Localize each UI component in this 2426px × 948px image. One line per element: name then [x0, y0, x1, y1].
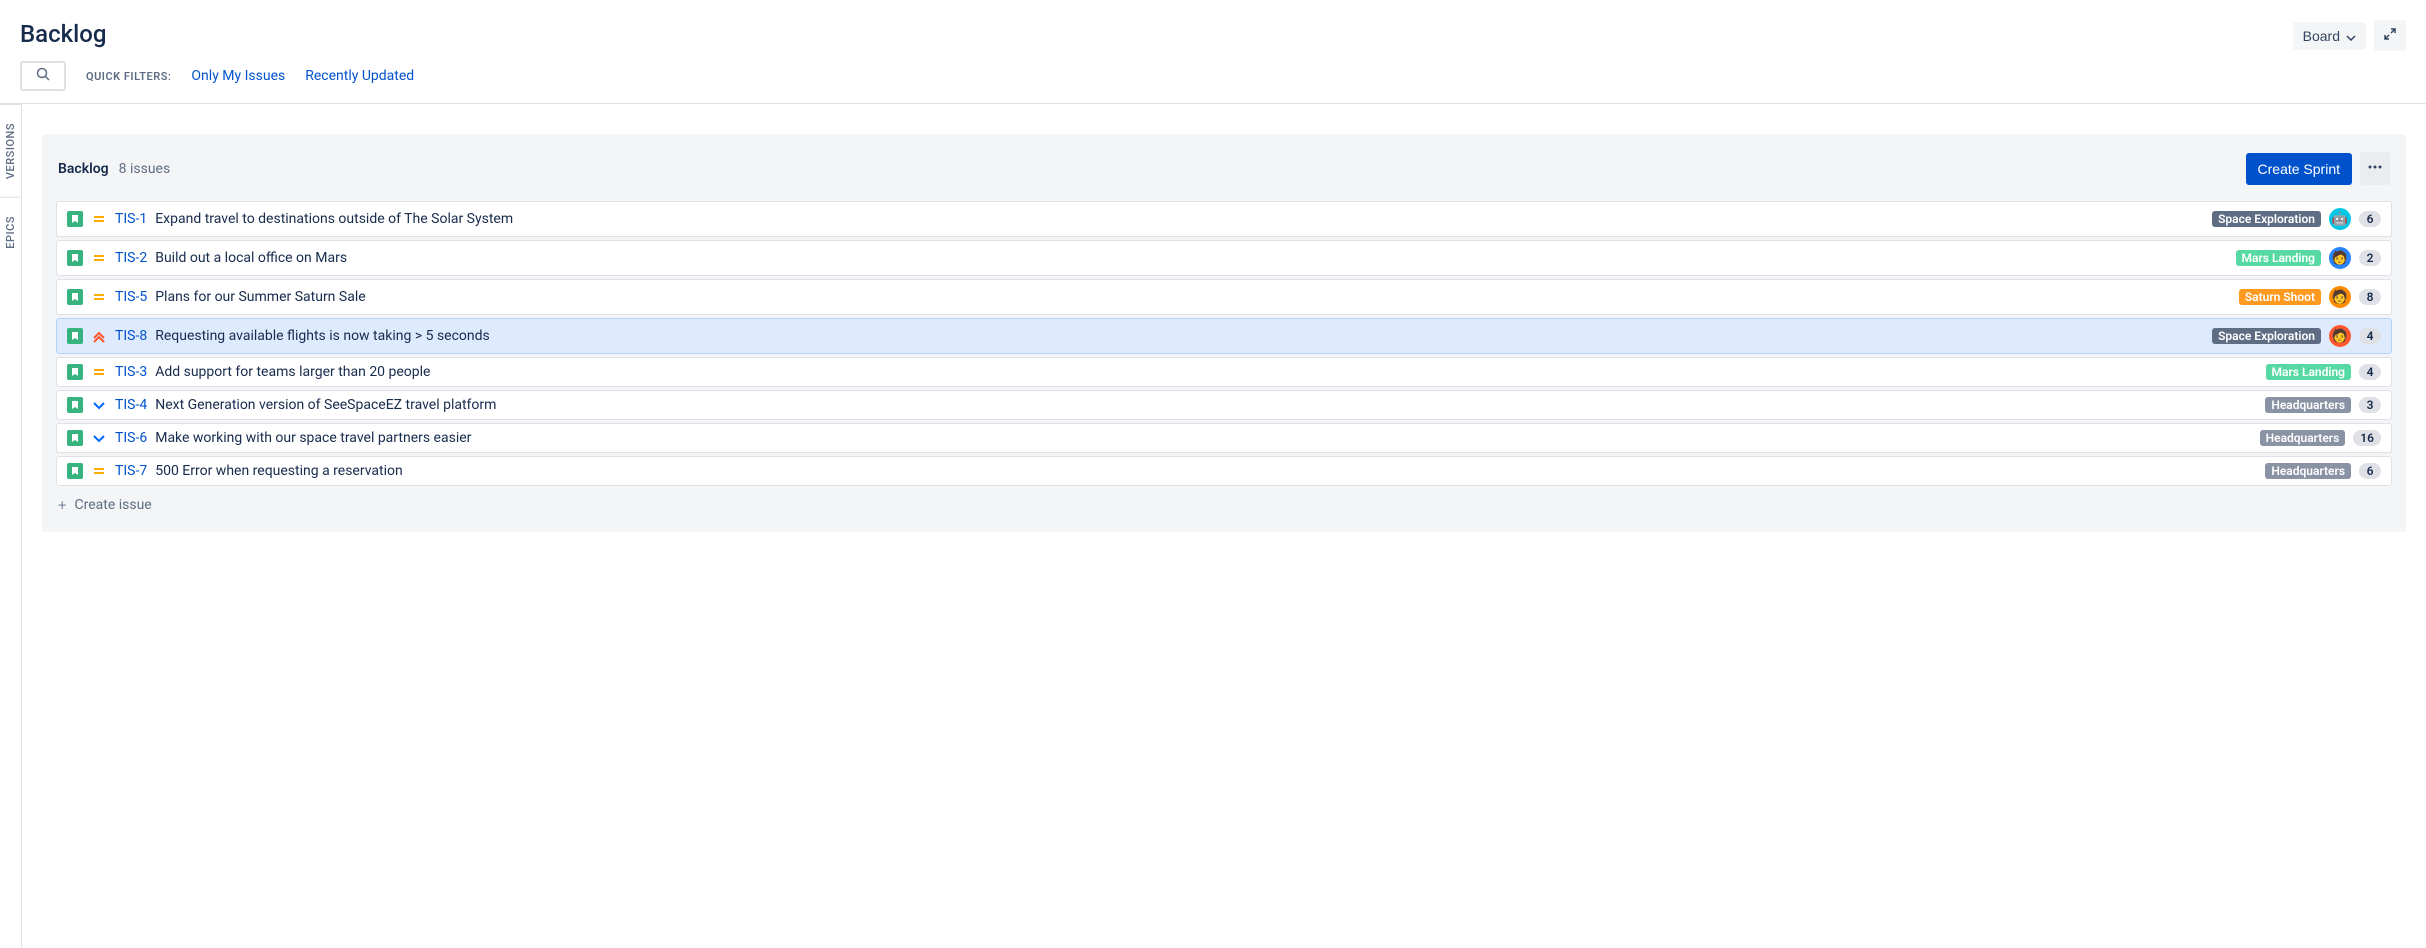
issue-key[interactable]: TIS-5 [115, 289, 147, 305]
issue-summary: Next Generation version of SeeSpaceEZ tr… [155, 397, 496, 413]
expand-icon [2382, 26, 2398, 45]
assignee-avatar[interactable]: 🧑 [2329, 247, 2351, 269]
epic-lozenge[interactable]: Headquarters [2265, 463, 2351, 479]
create-issue-label: Create issue [74, 497, 151, 513]
issue-summary: Requesting available flights is now taki… [155, 328, 490, 344]
issue-key[interactable]: TIS-1 [115, 211, 147, 227]
issue-row[interactable]: TIS-4 Next Generation version of SeeSpace… [56, 390, 2392, 420]
board-dropdown-label: Board [2303, 28, 2340, 44]
issue-row[interactable]: TIS-3 Add support for teams larger than 2… [56, 357, 2392, 387]
epic-lozenge[interactable]: Headquarters [2260, 430, 2346, 446]
story-icon [67, 328, 83, 344]
epic-lozenge[interactable]: Headquarters [2265, 397, 2351, 413]
side-tab-epics[interactable]: EPICS [0, 197, 21, 267]
estimate-pill: 8 [2359, 289, 2381, 305]
priority-icon [91, 289, 107, 305]
side-tab-versions[interactable]: VERSIONS [0, 104, 21, 197]
fullscreen-button[interactable] [2374, 20, 2406, 51]
issue-key[interactable]: TIS-4 [115, 397, 147, 413]
estimate-pill: 3 [2359, 397, 2381, 413]
issue-key[interactable]: TIS-8 [115, 328, 147, 344]
issue-row[interactable]: TIS-7 500 Error when requesting a reserva… [56, 456, 2392, 486]
priority-icon [91, 463, 107, 479]
search-icon [36, 67, 50, 85]
filter-recently-updated[interactable]: Recently Updated [305, 68, 414, 84]
filter-only-my-issues[interactable]: Only My Issues [191, 68, 285, 84]
filter-bar: QUICK FILTERS: Only My Issues Recently U… [0, 61, 2426, 104]
main-area: Backlog 8 issues Create Sprint TIS-1 Expa… [22, 104, 2426, 948]
estimate-pill: 4 [2359, 328, 2381, 344]
issue-summary: Build out a local office on Mars [155, 250, 347, 266]
estimate-pill: 2 [2359, 250, 2381, 266]
issue-row[interactable]: TIS-1 Expand travel to destinations outsi… [56, 201, 2392, 237]
issue-summary: 500 Error when requesting a reservation [155, 463, 403, 479]
priority-icon [91, 211, 107, 227]
more-icon [2366, 158, 2384, 179]
panel-issue-count: 8 issues [119, 161, 171, 177]
issue-summary: Plans for our Summer Saturn Sale [155, 289, 365, 305]
priority-icon [91, 397, 107, 413]
issue-row[interactable]: TIS-6 Make working with our space travel … [56, 423, 2392, 453]
create-sprint-button[interactable]: Create Sprint [2246, 153, 2352, 185]
issue-key[interactable]: TIS-2 [115, 250, 147, 266]
priority-icon [91, 328, 107, 344]
priority-icon [91, 364, 107, 380]
issue-key[interactable]: TIS-6 [115, 430, 147, 446]
search-input[interactable] [20, 61, 66, 91]
create-issue-button[interactable]: + Create issue [56, 486, 2392, 514]
page-title: Backlog [20, 20, 106, 48]
estimate-pill: 16 [2353, 430, 2381, 446]
board-dropdown[interactable]: Board [2293, 22, 2366, 50]
story-icon [67, 364, 83, 380]
epic-lozenge[interactable]: Saturn Shoot [2239, 289, 2321, 305]
priority-icon [91, 430, 107, 446]
story-icon [67, 289, 83, 305]
issue-summary: Expand travel to destinations outside of… [155, 211, 513, 227]
side-tabs: VERSIONS EPICS [0, 104, 22, 948]
backlog-panel: Backlog 8 issues Create Sprint TIS-1 Expa… [42, 134, 2406, 532]
priority-icon [91, 250, 107, 266]
issue-summary: Make working with our space travel partn… [155, 430, 471, 446]
story-icon [67, 211, 83, 227]
assignee-avatar[interactable]: 🧑 [2329, 286, 2351, 308]
panel-header: Backlog 8 issues Create Sprint [56, 148, 2392, 189]
epic-lozenge[interactable]: Space Exploration [2212, 328, 2321, 344]
more-actions-button[interactable] [2360, 152, 2390, 185]
story-icon [67, 430, 83, 446]
issue-key[interactable]: TIS-7 [115, 463, 147, 479]
estimate-pill: 4 [2359, 364, 2381, 380]
issue-list: TIS-1 Expand travel to destinations outsi… [56, 201, 2392, 486]
story-icon [67, 463, 83, 479]
panel-title: Backlog [58, 161, 109, 177]
story-icon [67, 397, 83, 413]
assignee-avatar[interactable]: 🧑 [2329, 325, 2351, 347]
plus-icon: + [58, 496, 66, 514]
assignee-avatar[interactable]: 🤖 [2329, 208, 2351, 230]
header-actions: Board [2293, 20, 2406, 51]
story-icon [67, 250, 83, 266]
estimate-pill: 6 [2359, 211, 2381, 227]
issue-row[interactable]: TIS-5 Plans for our Summer Saturn Sale Sat… [56, 279, 2392, 315]
epic-lozenge[interactable]: Space Exploration [2212, 211, 2321, 227]
issue-key[interactable]: TIS-3 [115, 364, 147, 380]
quick-filters-label: QUICK FILTERS: [86, 70, 171, 83]
epic-lozenge[interactable]: Mars Landing [2266, 364, 2351, 380]
estimate-pill: 6 [2359, 463, 2381, 479]
page-header: Backlog Board [0, 0, 2426, 61]
issue-row[interactable]: TIS-8 Requesting available flights is now… [56, 318, 2392, 354]
epic-lozenge[interactable]: Mars Landing [2236, 250, 2321, 266]
issue-row[interactable]: TIS-2 Build out a local office on Mars Mar… [56, 240, 2392, 276]
chevron-down-icon [2346, 28, 2356, 44]
issue-summary: Add support for teams larger than 20 peo… [155, 364, 430, 380]
